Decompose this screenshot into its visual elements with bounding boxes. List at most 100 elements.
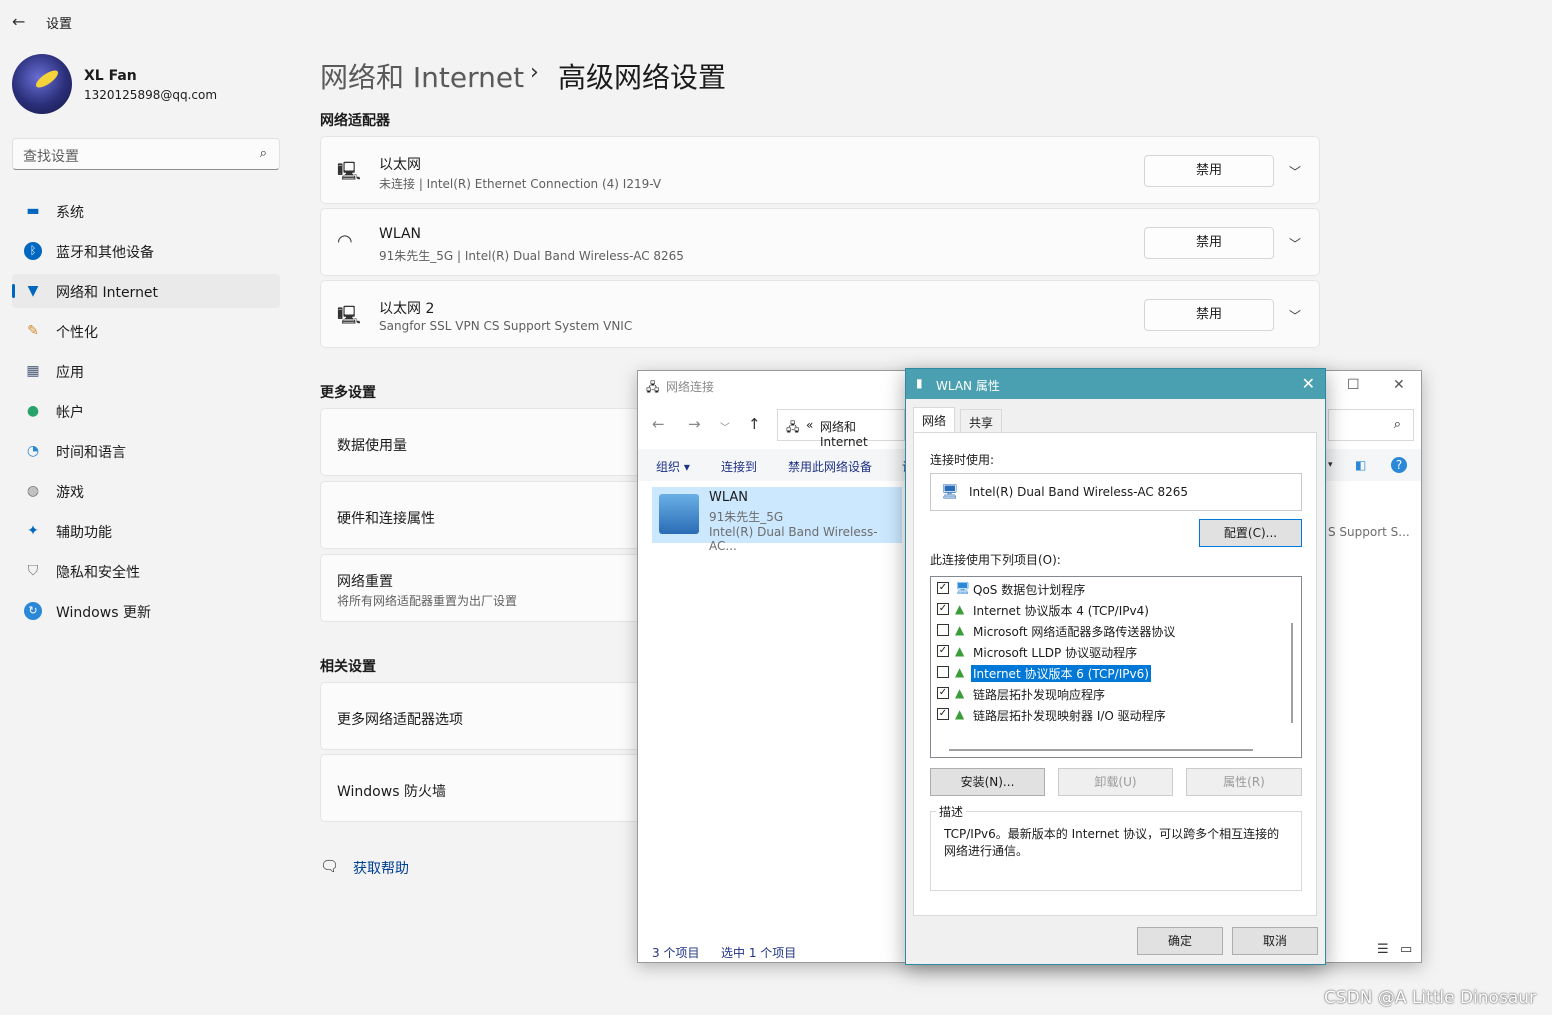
- up-icon[interactable]: ↑: [748, 415, 761, 433]
- ok-button[interactable]: 确定: [1137, 927, 1223, 955]
- get-help-link[interactable]: 获取帮助: [353, 858, 409, 878]
- list-item-label: 链路层拓扑发现响应程序: [973, 688, 1106, 702]
- disable-button[interactable]: 禁用: [1144, 299, 1274, 331]
- wifi-icon: ▼: [27, 283, 39, 299]
- vertical-scrollbar[interactable]: [1291, 623, 1293, 723]
- configure-button[interactable]: 配置(C)...: [1199, 519, 1302, 547]
- back-icon[interactable]: ←: [652, 415, 665, 433]
- search-box[interactable]: ⌕: [1328, 409, 1414, 441]
- update-icon: ↻: [24, 602, 42, 620]
- sidebar-item-windows-update[interactable]: ↻ Windows 更新: [12, 594, 280, 628]
- sidebar-item-label: 时间和语言: [56, 445, 126, 461]
- tiles-view-icon[interactable]: ▭: [1400, 942, 1412, 957]
- item-count: 3 个项目: [652, 946, 700, 960]
- tab-network[interactable]: 网络: [913, 407, 956, 433]
- install-button[interactable]: 安装(N)...: [930, 768, 1045, 796]
- sidebar-item-gaming[interactable]: ◍ 游戏: [12, 474, 280, 508]
- wlan-connection-item[interactable]: WLAN 91朱先生_5G Intel(R) Dual Band Wireles…: [652, 487, 902, 553]
- list-item-label: 链路层拓扑发现映射器 I/O 驱动程序: [973, 709, 1166, 723]
- horizontal-scrollbar[interactable]: [949, 749, 1253, 751]
- list-item[interactable]: ✓ ▲ 链路层拓扑发现响应程序: [937, 684, 1277, 704]
- chevron-down-icon[interactable]: ﹀: [1289, 235, 1301, 252]
- chevron-down-icon[interactable]: ﹀: [1289, 163, 1301, 180]
- sidebar-item-bluetooth[interactable]: ᛒ 蓝牙和其他设备: [12, 234, 280, 268]
- sidebar-item-label: 游戏: [56, 485, 84, 501]
- sidebar-item-privacy[interactable]: ⛉ 隐私和安全性: [12, 554, 280, 588]
- list-item[interactable]: ✓ ▲ Internet 协议版本 4 (TCP/IPv4): [937, 600, 1277, 620]
- checkbox-checked[interactable]: ✓: [937, 687, 949, 699]
- avatar[interactable]: [12, 54, 72, 114]
- network-icon: ▮: [916, 376, 923, 390]
- list-item[interactable]: ✓ ▲ Microsoft LLDP 协议驱动程序: [937, 642, 1277, 662]
- tab-sharing[interactable]: 共享: [960, 409, 1003, 433]
- selected-count: 选中 1 个项目: [721, 946, 797, 960]
- chevron-down-icon[interactable]: ﹀: [1289, 307, 1301, 324]
- adapter-card-ethernet[interactable]: 🖳 以太网 未连接 | Intel(R) Ethernet Connection…: [320, 136, 1320, 204]
- section-title-related: 相关设置: [320, 659, 376, 675]
- brush-icon: ✎: [27, 323, 39, 339]
- list-item-label: Internet 协议版本 6 (TCP/IPv6): [971, 665, 1151, 682]
- checkbox-unchecked[interactable]: [937, 666, 949, 678]
- checkbox-checked[interactable]: ✓: [937, 603, 949, 615]
- ethernet-icon: 🖳: [337, 161, 362, 182]
- disable-button[interactable]: 禁用: [1144, 155, 1274, 187]
- sidebar-item-accessibility[interactable]: ✦ 辅助功能: [12, 514, 280, 548]
- uninstall-button[interactable]: 卸载(U): [1058, 768, 1173, 796]
- wlan-properties-dialog[interactable]: ▮ WLAN 属性 ✕ 网络 共享 连接时使用: 🖥 Intel(R) Dual…: [905, 368, 1326, 965]
- list-item[interactable]: ▲ Microsoft 网络适配器多路传送器协议: [937, 621, 1277, 641]
- sidebar-item-time-language[interactable]: ◔ 时间和语言: [12, 434, 280, 468]
- list-item-selected[interactable]: ▲ Internet 协议版本 6 (TCP/IPv6): [937, 663, 1277, 683]
- sidebar-item-network[interactable]: ▼ 网络和 Internet: [12, 274, 280, 308]
- adapter-card-ethernet-2[interactable]: 🖳 以太网 2 Sangfor SSL VPN CS Support Syste…: [320, 280, 1320, 348]
- person-icon: ●: [26, 403, 40, 419]
- gamepad-icon: ◍: [26, 483, 40, 499]
- adapter-detail: Sangfor SSL VPN CS Support System VNIC: [379, 319, 633, 333]
- help-icon[interactable]: ?: [1391, 457, 1407, 473]
- checkbox-checked[interactable]: ✓: [937, 582, 949, 594]
- adapter-name: 以太网 2: [379, 301, 435, 317]
- sidebar-item-label: 帐户: [56, 405, 84, 421]
- checkbox-checked[interactable]: ✓: [937, 645, 949, 657]
- components-list[interactable]: ✓ 🖥 QoS 数据包计划程序 ✓ ▲ Internet 协议版本 4 (TCP…: [930, 576, 1302, 758]
- checkbox-unchecked[interactable]: [937, 624, 949, 636]
- back-arrow-icon[interactable]: ←: [12, 12, 25, 31]
- partial-item-detail: S Support S...: [1328, 525, 1410, 539]
- preview-pane-icon[interactable]: ◧: [1355, 458, 1366, 472]
- sidebar-item-system[interactable]: ▬ 系统: [12, 194, 280, 228]
- adapter-field: 🖥 Intel(R) Dual Band Wireless-AC 8265: [930, 473, 1302, 511]
- search-placeholder: 查找设置: [23, 149, 79, 165]
- details-view-icon[interactable]: ☰: [1377, 942, 1389, 957]
- adapter-name: WLAN: [379, 226, 422, 242]
- sidebar-item-apps[interactable]: ▦ 应用: [12, 354, 280, 388]
- network-adapter-icon: 🖥: [941, 484, 959, 500]
- clock-globe-icon: ◔: [26, 443, 40, 459]
- view-dropdown-icon[interactable]: ▾: [1328, 460, 1333, 470]
- organize-menu[interactable]: 组织 ▾: [656, 458, 690, 475]
- connect-to-button[interactable]: 连接到: [721, 458, 757, 475]
- adapter-card-wlan[interactable]: ◠ WLAN 91朱先生_5G | Intel(R) Dual Band Wir…: [320, 208, 1320, 276]
- description-text: TCP/IPv6。最新版本的 Internet 协议，可以跨多个相互连接的网络进…: [944, 827, 1280, 858]
- checkbox-checked[interactable]: ✓: [937, 708, 949, 720]
- protocol-icon: ▲: [955, 602, 965, 616]
- card-detail: 将所有网络适配器重置为出厂设置: [337, 594, 518, 608]
- search-icon: ⌕: [259, 146, 267, 161]
- breadcrumb-parent[interactable]: 网络和 Internet: [320, 56, 524, 96]
- close-icon[interactable]: ✕: [1302, 374, 1315, 393]
- search-input[interactable]: 查找设置 ⌕: [12, 138, 280, 170]
- app-title: 设置: [46, 17, 73, 32]
- watermark: CSDN @A Little Dinosaur: [1323, 988, 1536, 1008]
- sidebar-item-personalization[interactable]: ✎ 个性化: [12, 314, 280, 348]
- maximize-icon[interactable]: ☐: [1347, 377, 1360, 393]
- list-item[interactable]: ✓ ▲ 链路层拓扑发现映射器 I/O 驱动程序: [937, 705, 1277, 725]
- list-item[interactable]: ✓ 🖥 QoS 数据包计划程序: [937, 579, 1277, 599]
- address-bar[interactable]: 🖧 « 网络和 Internet: [777, 409, 905, 449]
- properties-button[interactable]: 属性(R): [1186, 768, 1302, 796]
- disable-button[interactable]: 禁用: [1144, 227, 1274, 259]
- recent-dropdown-icon[interactable]: ﹀: [720, 419, 730, 434]
- cancel-button[interactable]: 取消: [1232, 927, 1318, 955]
- forward-icon[interactable]: →: [688, 415, 701, 433]
- close-icon[interactable]: ✕: [1393, 377, 1405, 393]
- disable-device-button[interactable]: 禁用此网络设备: [788, 458, 872, 475]
- sidebar-item-accounts[interactable]: ● 帐户: [12, 394, 280, 428]
- shield-icon: ⛉: [27, 563, 39, 579]
